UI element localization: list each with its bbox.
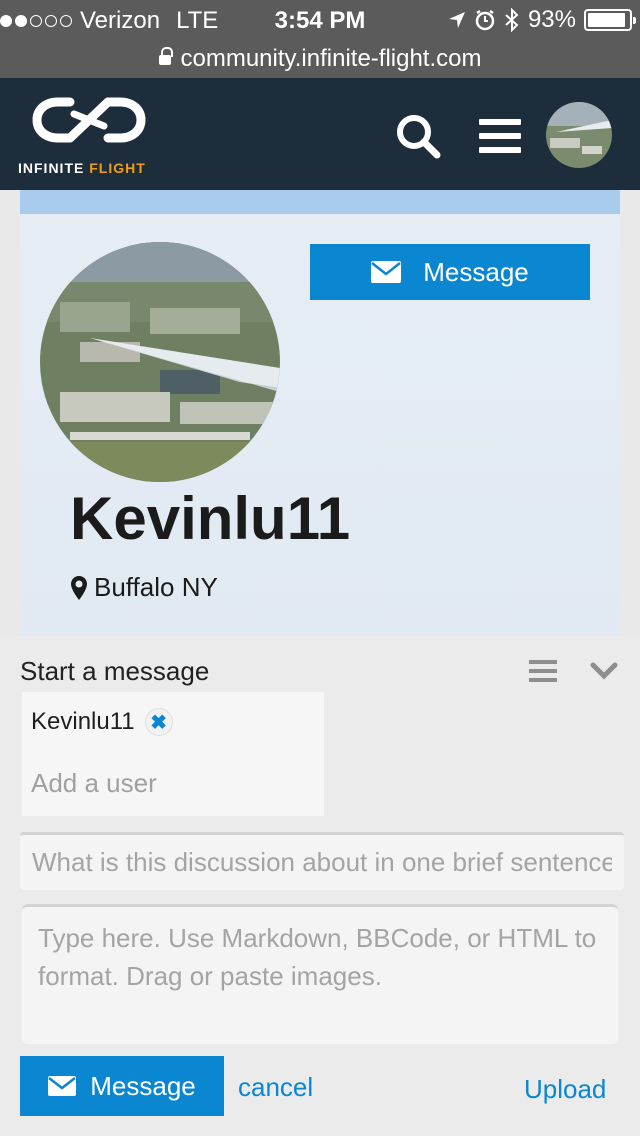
envelope-icon: [371, 261, 402, 283]
user-avatar[interactable]: [546, 102, 612, 168]
status-bar: Verizon LTE 3:54 PM 93%: [0, 0, 640, 40]
battery-icon: [584, 9, 636, 31]
upload-link[interactable]: Upload: [524, 1074, 606, 1105]
topic-title-input[interactable]: [20, 832, 624, 890]
url-bar[interactable]: community.infinite-flight.com: [0, 40, 640, 78]
cancel-link[interactable]: cancel: [238, 1072, 313, 1103]
add-user-input[interactable]: [31, 768, 311, 799]
bluetooth-icon: [505, 8, 519, 32]
send-message-button[interactable]: Message: [20, 1056, 224, 1116]
envelope-icon: [48, 1076, 77, 1096]
profile-card: Message Kevinlu11 Buffalo NY: [20, 190, 620, 636]
alarm-icon: [475, 9, 495, 31]
status-icons: 93%: [448, 6, 636, 34]
location-text: Buffalo NY: [94, 572, 218, 602]
remove-recipient-icon[interactable]: ✖: [144, 708, 173, 736]
site-header: INFINITE FLIGHT: [0, 78, 640, 190]
profile-banner: [20, 190, 620, 214]
map-marker-icon: [71, 575, 87, 600]
composer-title: Start a message: [20, 656, 210, 686]
infinite-flight-logo-icon: [32, 97, 146, 143]
profile-location: Buffalo NY: [70, 572, 218, 603]
profile-message-label: Message: [423, 256, 529, 287]
hamburger-menu-icon[interactable]: [476, 112, 524, 160]
battery-percent: 93%: [527, 6, 576, 33]
recipients-box[interactable]: Kevinlu11 ✖: [22, 692, 324, 816]
location-arrow-icon: [448, 12, 465, 28]
send-message-label: Message: [90, 1070, 196, 1101]
profile-username: Kevinlu11: [70, 485, 351, 552]
search-icon[interactable]: [394, 112, 442, 160]
recipient-chip: Kevinlu11 ✖: [31, 708, 173, 736]
profile-avatar: [40, 242, 280, 482]
url-text: community.infinite-flight.com: [180, 45, 482, 72]
message-composer: Start a message Kevinlu11 ✖ Message canc…: [0, 636, 640, 1136]
recipient-name: Kevinlu11: [31, 708, 135, 735]
logo-wordmark: INFINITE FLIGHT: [18, 160, 146, 176]
lock-icon: [158, 47, 173, 67]
message-body-textarea[interactable]: [22, 904, 618, 1044]
profile-message-button[interactable]: Message: [310, 244, 590, 300]
composer-options-icon[interactable]: [529, 660, 557, 682]
chevron-down-icon[interactable]: [590, 662, 618, 680]
site-logo[interactable]: INFINITE FLIGHT: [18, 94, 160, 176]
